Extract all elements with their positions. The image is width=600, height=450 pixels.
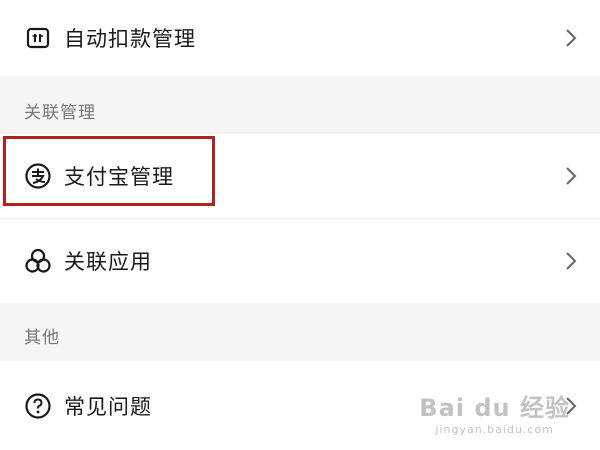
alipay-row[interactable]: 支付宝管理 — [0, 134, 600, 218]
section-linked-management: 关联管理 — [0, 76, 600, 134]
question-icon — [24, 392, 52, 420]
linked-apps-icon — [24, 247, 52, 275]
chevron-right-icon — [564, 28, 578, 48]
linked-apps-row[interactable]: 关联应用 — [0, 219, 600, 303]
chevron-right-icon — [564, 166, 578, 186]
alipay-label: 支付宝管理 — [64, 165, 174, 189]
section-title: 其他 — [24, 328, 60, 348]
alipay-icon — [24, 162, 52, 190]
auto-debit-icon — [24, 24, 52, 52]
auto-debit-row[interactable]: 自动扣款管理 — [0, 0, 600, 76]
section-title: 关联管理 — [24, 103, 96, 123]
watermark-sub: jingyan.baidu.com — [435, 423, 554, 436]
watermark-main: Bai du 经验 — [419, 394, 570, 422]
watermark: Bai du 经验 jingyan.baidu.com — [419, 388, 570, 436]
linked-apps-label: 关联应用 — [64, 250, 152, 274]
chevron-right-icon — [564, 251, 578, 271]
auto-debit-label: 自动扣款管理 — [64, 27, 196, 51]
settings-page: 自动扣款管理 关联管理 支付宝管理 关联应用 其他 常见问题 Bai du 经验… — [0, 0, 600, 450]
section-other: 其他 — [0, 303, 600, 361]
faq-label: 常见问题 — [64, 394, 152, 419]
